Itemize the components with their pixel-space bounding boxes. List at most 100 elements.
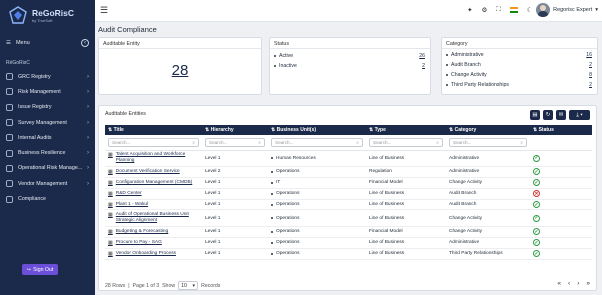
entity-title-link[interactable]: ▦ Plant 1 - Wakul (108, 202, 199, 208)
last-page-icon[interactable]: » (586, 280, 590, 287)
sidebar-item-issue[interactable]: Issue Registry › (0, 100, 95, 115)
column-header-category[interactable]: ⇅ Category (446, 125, 530, 135)
sign-out-button[interactable]: ↪ Sign Out (22, 264, 58, 275)
next-page-icon[interactable]: › (577, 280, 579, 287)
column-header-type[interactable]: ⇅ Type (366, 125, 446, 135)
entity-title-link[interactable]: ▦ Document Verification Service (108, 169, 199, 175)
category-label: Administrative (451, 52, 484, 58)
table-row: ▦ Document Verification Service Level 2 Ope… (105, 166, 592, 178)
table-row: ▦ Budgeting & Forecasting Level 1 Operation… (105, 226, 592, 238)
status-row: Inactive 2 (270, 61, 430, 71)
status-count[interactable]: 26 (419, 53, 425, 59)
collapse-icon[interactable]: ‹ (81, 39, 89, 47)
column-header-status[interactable]: ⇅ Status (530, 125, 592, 135)
status-active-icon: ✓ (533, 214, 540, 222)
entity-title-link[interactable]: ▦ Procure to Pay - SAG (108, 240, 199, 246)
sidebar-item-risk[interactable]: Risk Management › (0, 84, 95, 99)
brand-logo: ReGoRisC by TrueSoft (0, 0, 95, 32)
column-filter-input[interactable]: Search... ⌕ (449, 137, 527, 147)
chevron-right-icon: › (87, 165, 89, 172)
entity-title-link[interactable]: ▦ Audit of Operational Business Unit Stra… (108, 212, 199, 224)
sidebar-item-compliance[interactable]: Compliance (0, 191, 95, 206)
column-filter-input[interactable]: Search... ⌕ (369, 137, 443, 147)
download-icon[interactable]: ⤓ ▾ (569, 110, 590, 120)
column-header-business-unit-s[interactable]: ⇅ Business Unit(s) (268, 125, 366, 135)
sidebar-item-resilience[interactable]: Business Resilience › (0, 145, 95, 160)
search-icon: ⌕ (192, 139, 195, 145)
category-row: Third Party Relationships 2 (442, 80, 597, 90)
entity-title-link[interactable]: ▦ Configuration Management (CMDB) (108, 180, 199, 186)
grid-icon: ▦ (108, 190, 113, 197)
entities-panel: Auditable Entities ▤ ↻ ✉ ⤓ ▾ ⇅ Title ⇅ Hi… (98, 105, 597, 291)
hierarchy-cell: Level 1 (205, 191, 221, 197)
flag-icon[interactable] (509, 7, 518, 13)
column-filter-input[interactable]: Search... ⌕ (271, 137, 363, 147)
entity-title-link[interactable]: ▦ R&D Center (108, 191, 199, 197)
chevron-right-icon: › (87, 150, 89, 157)
entity-title-link[interactable]: ▦ Budgeting & Forecasting (108, 229, 199, 235)
menu-toggle[interactable]: ☰ Menu ‹ (0, 32, 95, 54)
fullscreen-icon[interactable]: ⛶ (496, 6, 501, 14)
sign-out-label: Sign Out (33, 266, 54, 273)
refresh-icon[interactable]: ↻ (543, 110, 553, 120)
column-header-hierarchy[interactable]: ⇅ Hierarchy (202, 125, 268, 135)
settings-icon[interactable]: ⚙ (482, 6, 488, 14)
search-icon: ⌕ (258, 139, 261, 145)
business-unit-cell: Operations (271, 169, 363, 174)
entity-title-link[interactable]: ▦ Talent Acquisition and Workforce Planni… (108, 152, 199, 164)
brand-name: ReGoRisC (32, 8, 75, 19)
table-heading: Auditable Entities (105, 111, 146, 117)
columns-icon[interactable]: ▤ (530, 110, 540, 120)
audit-icon (6, 134, 13, 142)
chevron-down-icon: ▾ (192, 282, 196, 289)
category-count[interactable]: 2 (589, 62, 592, 68)
user-menu[interactable]: Regorisc Expert ▾ (536, 3, 598, 17)
category-card: Category Administrative 16 Audit Branch 2 Ch… (441, 37, 598, 95)
entity-title: Procure to Pay - SAG (115, 239, 162, 245)
sidebar-item-vendor[interactable]: Vendor Management › (0, 176, 95, 191)
entity-count[interactable]: 28 (99, 62, 261, 79)
entity-title: Audit of Operational Business Unit Strat… (115, 212, 189, 224)
rows-count: 28 Rows (105, 282, 126, 289)
sidebar-item-label: Risk Management (18, 88, 61, 95)
page-size-select[interactable]: 10 ▾ (178, 281, 199, 290)
column-header-title[interactable]: ⇅ Title (105, 125, 202, 135)
mail-icon[interactable]: ✉ (556, 110, 566, 120)
sidebar-item-label: Internal Audits (18, 134, 52, 141)
grid-icon: ▦ (108, 179, 113, 186)
table-row: ▦ Talent Acquisition and Workforce Planni… (105, 150, 592, 167)
logo-icon (8, 6, 28, 26)
dark-mode-icon[interactable]: ☾ (527, 6, 533, 14)
category-cell: Audit Branch (449, 202, 477, 207)
page-title: Audit Compliance (98, 25, 157, 34)
category-count[interactable]: 2 (589, 82, 592, 88)
survey-icon (6, 119, 13, 126)
sidebar-item-operational-risk[interactable]: Operational Risk Manage... › (0, 161, 95, 176)
column-header-label: Hierarchy (210, 127, 234, 133)
sidebar-item-registry[interactable]: GRC Registry › (0, 69, 95, 84)
prev-page-icon[interactable]: ‹ (568, 280, 570, 287)
grid-icon: ▦ (108, 239, 113, 246)
records-label: Records (201, 282, 221, 289)
auditable-entity-card: Auditable Entity 28 (98, 37, 262, 95)
column-filter-input[interactable]: Search... ⌕ (108, 137, 199, 147)
grid-icon: ▦ (108, 201, 113, 208)
entity-title-link[interactable]: ▦ Vendor Onboarding Process (108, 251, 199, 257)
status-count[interactable]: 2 (422, 63, 425, 69)
issue-icon (6, 103, 13, 111)
sidebar-item-label: Vendor Management (18, 180, 68, 187)
hamburger-icon[interactable]: ☰ (100, 5, 108, 16)
column-header-label: Status (538, 127, 554, 133)
chevron-right-icon: › (87, 104, 89, 111)
status-label: Active (279, 53, 294, 59)
pin-icon[interactable]: ✦ (467, 6, 472, 14)
category-count[interactable]: 8 (589, 72, 592, 78)
sidebar-item-survey[interactable]: Survey Management › (0, 115, 95, 130)
first-page-icon[interactable]: « (557, 280, 561, 287)
card-title: Status (270, 38, 430, 49)
column-filter-input[interactable]: Search... ⌕ (205, 137, 265, 147)
sidebar-item-audit[interactable]: Internal Audits › (0, 130, 95, 145)
category-count[interactable]: 16 (586, 52, 592, 58)
sidebar-item-label: Survey Management (18, 119, 67, 126)
grid-icon: ▦ (108, 168, 113, 175)
